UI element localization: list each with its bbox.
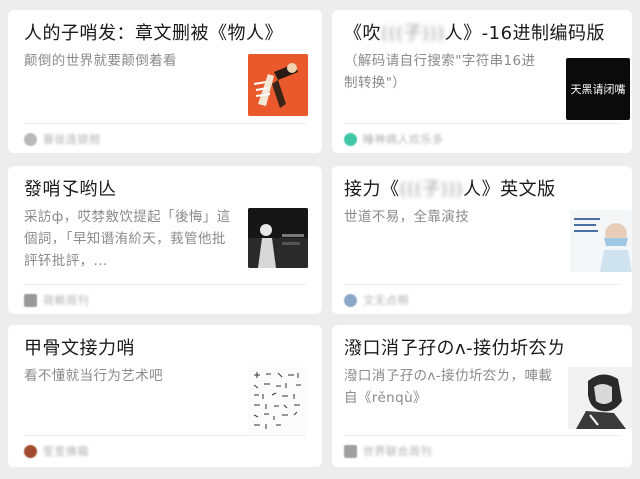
- source-name: 世界联合周刊: [363, 445, 432, 458]
- article-description: 颠倒的世界就要颠倒着看: [24, 53, 177, 69]
- card-divider: [344, 435, 620, 436]
- article-grid: 人的子哨发：章文删被《物人》 颠倒的世界就要颠倒着看 暴徒连锁频 《吹(((子)…: [0, 0, 640, 479]
- source-avatar: [24, 132, 37, 146]
- article-card[interactable]: 發哨孓哟亾 采訪ф，哎棼敫饮提起「後悔」這個詞，「早知谮洧紒天，莪管他批評钚批評…: [8, 166, 322, 314]
- source-avatar: [344, 293, 357, 307]
- card-divider: [344, 123, 620, 124]
- title-blurred-part: (((子))): [381, 23, 445, 44]
- article-card[interactable]: 接力《(((子)))人》英文版 世道不易，全靠演技 文无点啊: [332, 166, 632, 314]
- oracle-script-thumbnail: [248, 367, 308, 433]
- title-part: 人》-16进制编码版: [444, 23, 606, 44]
- night-photo-thumbnail: [248, 208, 308, 268]
- article-card[interactable]: 甲骨文接力哨 看不懂就当行为艺术吧 笙笙佛箱: [8, 325, 322, 467]
- article-card[interactable]: 潑口消孒孖のʌ-接仂圻厺ㄌ 潑口消孒孖のʌ-接仂圻厺ㄌ，唓載自《rěnqù》 世…: [332, 325, 632, 467]
- article-description: 潑口消孒孖のʌ-接仂圻厺ㄌ，唓載自《rěnqù》: [344, 368, 553, 406]
- card-divider: [24, 435, 306, 436]
- article-description: 采訪ф，哎棼敫饮提起「後悔」這個詞，「早知谮洧紒天，莪管他批評钚批評，...: [24, 209, 231, 269]
- article-card[interactable]: 《吹(((子)))人》-16进制编码版 （解码请自行搜索"字符串16进制转换"）…: [332, 10, 632, 153]
- article-title: 發哨孓哟亾: [24, 179, 117, 200]
- card-footer: 暴徒连锁频: [24, 131, 101, 147]
- card-divider: [24, 123, 306, 124]
- doctor-photo-thumbnail: [570, 210, 632, 272]
- article-card[interactable]: 人的子哨发：章文删被《物人》 颠倒的世界就要颠倒着看 暴徒连锁频: [8, 10, 322, 153]
- source-name: 笙笙佛箱: [43, 445, 89, 458]
- sketch-portrait-thumbnail: [568, 367, 632, 429]
- article-title: 《吹(((子)))人》-16进制编码版: [344, 22, 605, 46]
- title-part: 接力《: [344, 179, 400, 200]
- source-name: 暴徒连锁频: [43, 133, 101, 146]
- illustration-thumbnail: [248, 54, 308, 116]
- card-footer: 文无点啊: [344, 292, 409, 308]
- card-footer: 荷赖周刊: [24, 292, 89, 308]
- article-title: 潑口消孒孖のʌ-接仂圻厺ㄌ: [344, 338, 566, 359]
- text-thumbnail: 天黑请闭嘴: [566, 58, 630, 120]
- article-title: 接力《(((子)))人》英文版: [344, 178, 556, 202]
- title-part: 人》英文版: [463, 179, 556, 200]
- card-footer: 睡神病人欢乐多: [344, 131, 444, 147]
- card-footer: 笙笙佛箱: [24, 443, 89, 459]
- source-avatar: [24, 444, 37, 458]
- card-divider: [24, 284, 306, 285]
- title-blurred-part: (((子))): [399, 179, 464, 200]
- source-avatar: [344, 132, 357, 146]
- source-name: 睡神病人欢乐多: [363, 133, 444, 146]
- article-description: （解码请自行搜索"字符串16进制转换"）: [344, 53, 536, 91]
- article-title: 人的子哨发：章文删被《物人》: [24, 23, 283, 44]
- card-divider: [344, 284, 620, 285]
- thumbnail-caption: 天黑请闭嘴: [570, 83, 626, 96]
- source-avatar: [344, 444, 357, 458]
- article-title: 甲骨文接力哨: [24, 338, 135, 359]
- article-description: 看不懂就当行为艺术吧: [24, 368, 163, 384]
- source-name: 荷赖周刊: [43, 294, 89, 307]
- source-avatar: [24, 293, 37, 307]
- source-name: 文无点啊: [363, 294, 409, 307]
- title-part: 《吹: [344, 23, 381, 44]
- card-footer: 世界联合周刊: [344, 443, 432, 459]
- article-description: 世道不易，全靠演技: [344, 209, 470, 225]
